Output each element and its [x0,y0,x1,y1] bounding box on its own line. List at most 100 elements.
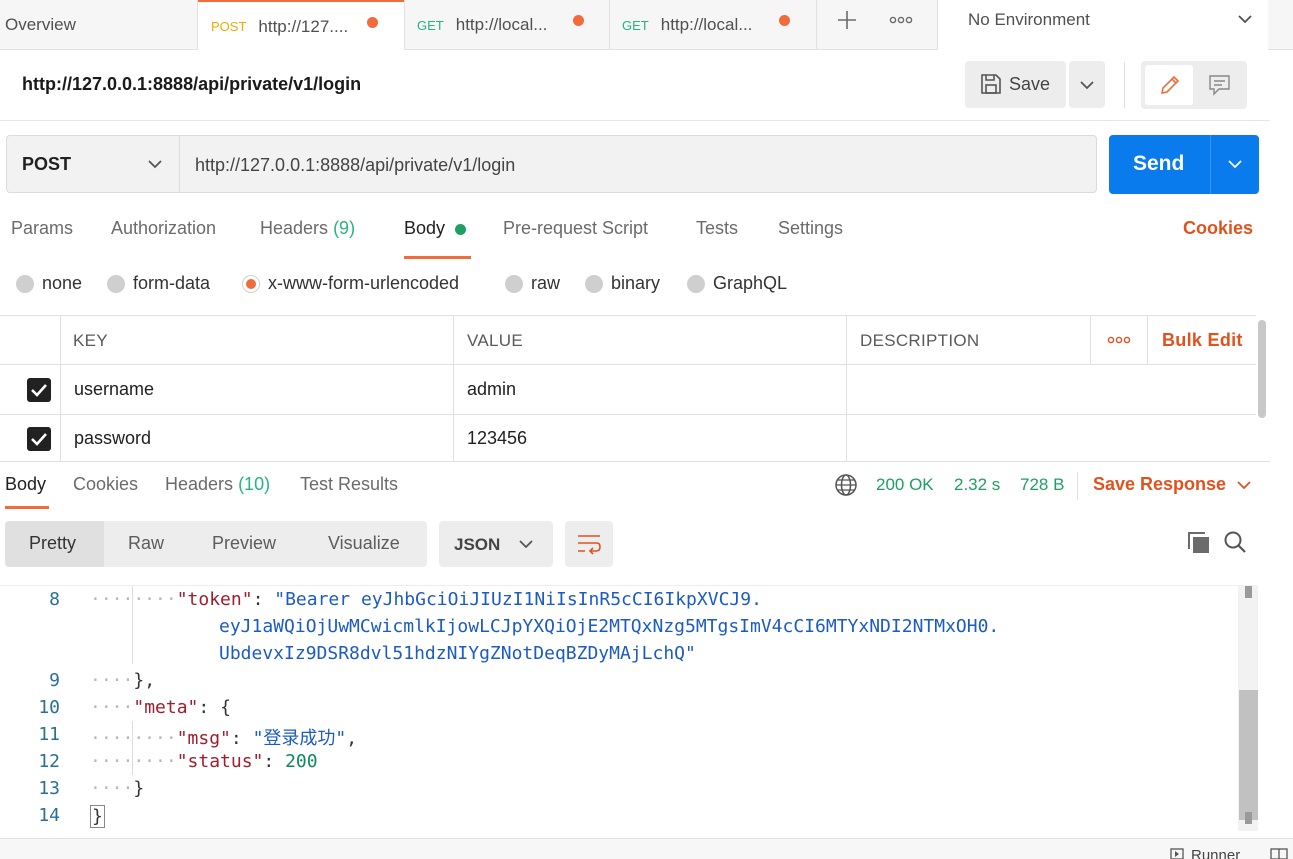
comments-button[interactable] [1199,65,1243,105]
tab-request-2[interactable]: GET http://local... [405,0,609,50]
radio-circle [505,274,523,293]
row-checkbox[interactable] [27,427,51,451]
cookies-link[interactable]: Cookies [1183,218,1253,239]
radio-label: binary [611,273,661,293]
unsaved-dot-icon [367,17,378,28]
wrap-lines-button[interactable] [565,521,613,567]
column-header-key: KEY [73,331,108,350]
runner-button[interactable]: Runner [1191,847,1240,859]
tab-request-3[interactable]: GET http://local... [610,0,816,50]
more-options-icon[interactable] [1107,335,1131,345]
runner-icon[interactable] [1170,848,1184,859]
line-number: 10 [38,697,60,718]
url-value: http://127.0.0.1:8888/api/private/v1/log… [195,155,516,175]
url-input[interactable]: http://127.0.0.1:8888/api/private/v1/log… [179,135,1097,193]
line-number: 9 [49,670,60,691]
chevron-down-icon[interactable] [1236,480,1252,492]
request-title[interactable]: http://127.0.0.1:8888/api/private/v1/log… [22,74,361,95]
param-key[interactable]: username [74,379,154,400]
radio-none[interactable]: none [16,273,82,294]
save-button[interactable]: Save [965,61,1066,108]
col-divider [846,316,847,462]
save-response-button[interactable]: Save Response [1093,474,1226,495]
send-button[interactable]: Send [1109,135,1259,194]
save-icon [981,74,1001,94]
tab-request-1[interactable]: POST http://127.... [198,0,404,51]
line-number: 11 [38,724,60,745]
tab-method: GET [622,17,649,33]
headers-count: (9) [333,218,356,238]
response-tab-cookies[interactable]: Cookies [73,474,138,495]
tab-tests[interactable]: Tests [696,218,738,239]
params-table: KEY VALUE DESCRIPTION Bulk Edit username… [0,315,1256,462]
tab-body[interactable]: Body [404,218,445,239]
response-body-editor[interactable]: 8 9 10 11 12 13 14 ········"token": "Bea… [0,585,1258,831]
line-number: 14 [38,805,60,826]
new-tab-icon[interactable] [835,8,859,32]
active-tab-underline [5,506,49,509]
tab-headers[interactable]: Headers (9) [260,218,355,239]
scroll-marker [1245,586,1252,598]
response-tab-test-results[interactable]: Test Results [300,474,398,495]
row-checkbox[interactable] [27,378,51,402]
chevron-down-icon [1238,15,1252,24]
status-code[interactable]: 200 OK [876,475,934,495]
param-value[interactable]: 123456 [467,428,527,449]
preview-button[interactable]: Preview [212,533,276,554]
environment-select[interactable]: No Environment [938,0,1268,50]
json-key: "meta" [133,697,199,718]
tab-params[interactable]: Params [11,218,73,239]
json-string-wrap: UbdevxIz9DSR8dvl51hdzNIYgZNotDeqBZDyMAjL… [219,643,696,664]
tab-headers-label: Headers [260,218,329,238]
tab-overview-label: Overview [5,15,76,34]
tab-authorization[interactable]: Authorization [111,218,216,239]
radio-x-www-form-urlencoded[interactable]: x-www-form-urlencoded [242,273,459,294]
divider [1077,472,1078,500]
scroll-marker [1245,812,1252,824]
tab-overview[interactable]: Overview [5,0,197,50]
param-value[interactable]: admin [467,379,516,400]
response-tab-body[interactable]: Body [5,474,46,495]
chevron-down-icon[interactable] [1227,159,1243,171]
two-pane-icon[interactable] [1270,848,1288,859]
code-line: ····"meta": { [90,697,231,718]
radio-raw[interactable]: raw [505,273,560,294]
json-brace: } [133,778,145,799]
body-indicator-icon [455,224,466,235]
code-line: ····} [90,778,145,799]
view-toggle-group [1141,61,1247,109]
method-label: POST [22,154,72,174]
tab-prerequest-script[interactable]: Pre-request Script [503,218,648,239]
save-label: Save [1009,74,1051,94]
radio-graphql[interactable]: GraphQL [687,273,787,294]
save-options-button[interactable] [1069,61,1105,108]
edit-mode-button[interactable] [1145,65,1193,105]
raw-button[interactable]: Raw [128,533,164,554]
visualize-button[interactable]: Visualize [328,533,400,554]
more-tabs-icon[interactable] [889,12,913,28]
radio-circle [107,274,125,293]
editor-scrollbar-thumb[interactable] [1239,690,1258,820]
divider [0,120,1270,121]
table-scrollbar[interactable] [1258,320,1266,418]
search-icon[interactable] [1223,530,1247,554]
tab-settings[interactable]: Settings [778,218,843,239]
response-tab-headers[interactable]: Headers (10) [165,474,270,495]
response-time[interactable]: 2.32 s [954,475,1000,495]
json-brace-matched: } [90,805,105,828]
tab-title: http://local... [660,15,753,34]
method-select[interactable]: POST [6,135,180,193]
json-key: "status" [176,751,264,772]
response-size[interactable]: 728 B [1020,475,1064,495]
format-select[interactable]: JSON [439,521,553,567]
copy-icon[interactable] [1187,531,1211,555]
globe-icon[interactable] [834,473,858,497]
pretty-label[interactable]: Pretty [29,533,76,554]
param-key[interactable]: password [74,428,151,449]
radio-form-data[interactable]: form-data [107,273,210,294]
bulk-edit-button[interactable]: Bulk Edit [1162,330,1243,351]
radio-binary[interactable]: binary [585,273,660,294]
json-string: "Bearer eyJhbGciOiJIUzI1NiIsInR5cCI6IkpX… [274,589,762,610]
json-brace: { [220,697,231,718]
col-divider [1090,316,1091,364]
